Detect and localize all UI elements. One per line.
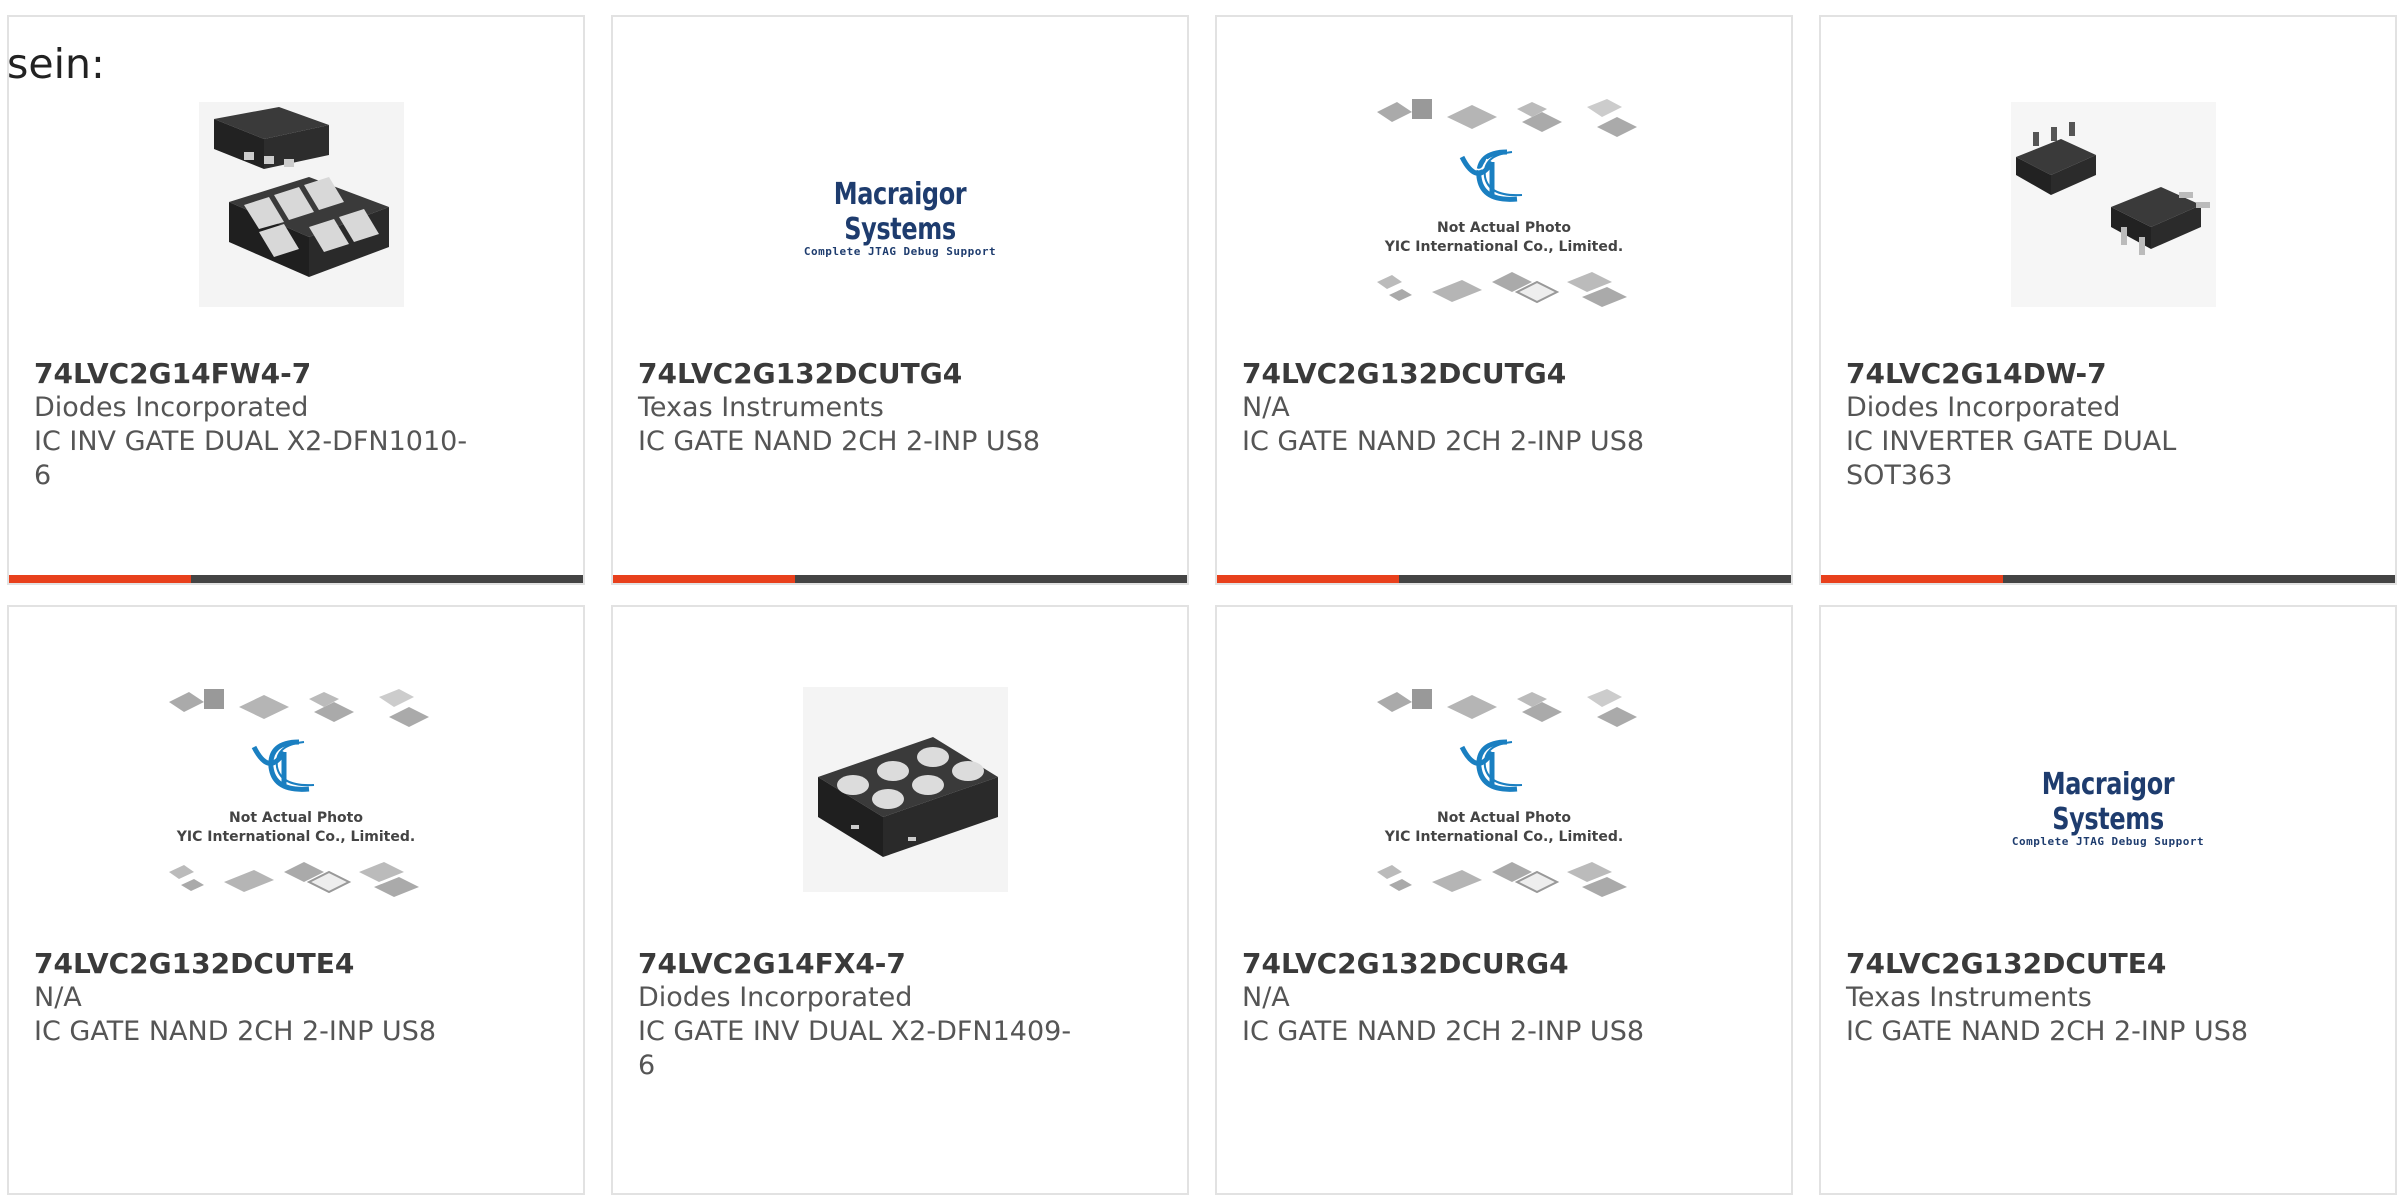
- description: IC GATE NAND 2CH 2-INP US8: [1242, 426, 1645, 457]
- product-card[interactable]: Not Actual Photo YIC International Co., …: [1215, 15, 1793, 585]
- manufacturer: Diodes Incorporated: [638, 982, 913, 1013]
- svg-text:Not Actual Photo: Not Actual Photo: [229, 810, 363, 826]
- manufacturer: N/A: [1242, 982, 1290, 1013]
- card-bottom-bar: [1217, 575, 1791, 583]
- description: IC GATE NAND 2CH 2-INP US8: [1242, 1016, 1645, 1047]
- manufacturer: Texas Instruments: [638, 392, 884, 423]
- product-image[interactable]: [613, 667, 1187, 917]
- product-image[interactable]: [1821, 77, 2395, 327]
- description: IC GATE NAND 2CH 2-INP US8: [1846, 1016, 2249, 1047]
- product-card[interactable]: Macraigor Systems Complete JTAG Debug Su…: [611, 15, 1189, 585]
- manufacturer: Diodes Incorporated: [34, 392, 309, 423]
- part-number-link[interactable]: 74LVC2G132DCUTE4: [1846, 947, 2286, 981]
- part-number-link[interactable]: 74LVC2G132DCUTG4: [1242, 357, 1682, 391]
- card-bottom-bar: [1821, 575, 2395, 583]
- product-image[interactable]: Macraigor Systems Complete JTAG Debug Su…: [613, 77, 1187, 327]
- part-number-link[interactable]: 74LVC2G14FX4-7: [638, 947, 1078, 981]
- part-number-link[interactable]: 74LVC2G132DCURG4: [1242, 947, 1682, 981]
- part-number-link[interactable]: 74LVC2G14DW-7: [1846, 357, 2286, 391]
- svg-text:Not Actual Photo: Not Actual Photo: [1437, 810, 1571, 826]
- manufacturer: Diodes Incorporated: [1846, 392, 2121, 423]
- macraigor-logo: Macraigor Systems Complete JTAG Debug Su…: [2011, 767, 2205, 848]
- product-card[interactable]: Not Actual Photo YIC International Co., …: [1215, 605, 1793, 1195]
- part-number-link[interactable]: 74LVC2G14FW4-7: [34, 357, 474, 391]
- manufacturer: Texas Instruments: [1846, 982, 2092, 1013]
- product-card[interactable]: 74LVC2G14DW-7 Diodes Incorporated IC INV…: [1819, 15, 2397, 585]
- card-bottom-bar: [9, 575, 583, 583]
- description: IC INV GATE DUAL X2-DFN1010-6: [34, 426, 468, 491]
- manufacturer: N/A: [34, 982, 82, 1013]
- card-bottom-bar: [613, 575, 1187, 583]
- product-card[interactable]: Not Actual Photo YIC International Co., …: [7, 605, 585, 1195]
- product-card[interactable]: Macraigor Systems Complete JTAG Debug Su…: [1819, 605, 2397, 1195]
- part-number-link[interactable]: 74LVC2G132DCUTE4: [34, 947, 474, 981]
- svg-text:YIC International Co., Limited: YIC International Co., Limited.: [1384, 239, 1623, 255]
- description: IC GATE NAND 2CH 2-INP US8: [638, 426, 1041, 457]
- description: IC GATE INV DUAL X2-DFN1409-6: [638, 1016, 1072, 1081]
- intro-text: sein:: [7, 40, 105, 88]
- macraigor-logo: Macraigor Systems Complete JTAG Debug Su…: [803, 177, 997, 258]
- product-image[interactable]: [9, 77, 583, 327]
- product-card[interactable]: 74LVC2G14FX4-7 Diodes Incorporated IC GA…: [611, 605, 1189, 1195]
- description: IC INVERTER GATE DUAL SOT363: [1846, 426, 2177, 491]
- product-image[interactable]: Not Actual Photo YIC International Co., …: [1217, 667, 1791, 917]
- svg-text:Not Actual Photo: Not Actual Photo: [1437, 220, 1571, 236]
- product-card[interactable]: 74LVC2G14FW4-7 Diodes Incorporated IC IN…: [7, 15, 585, 585]
- svg-text:YIC International Co., Limited: YIC International Co., Limited.: [1384, 829, 1623, 845]
- description: IC GATE NAND 2CH 2-INP US8: [34, 1016, 437, 1047]
- manufacturer: N/A: [1242, 392, 1290, 423]
- product-image[interactable]: Macraigor Systems Complete JTAG Debug Su…: [1821, 667, 2395, 917]
- product-image[interactable]: Not Actual Photo YIC International Co., …: [9, 667, 583, 917]
- svg-text:YIC International Co., Limited: YIC International Co., Limited.: [176, 829, 415, 845]
- part-number-link[interactable]: 74LVC2G132DCUTG4: [638, 357, 1078, 391]
- product-image[interactable]: Not Actual Photo YIC International Co., …: [1217, 77, 1791, 327]
